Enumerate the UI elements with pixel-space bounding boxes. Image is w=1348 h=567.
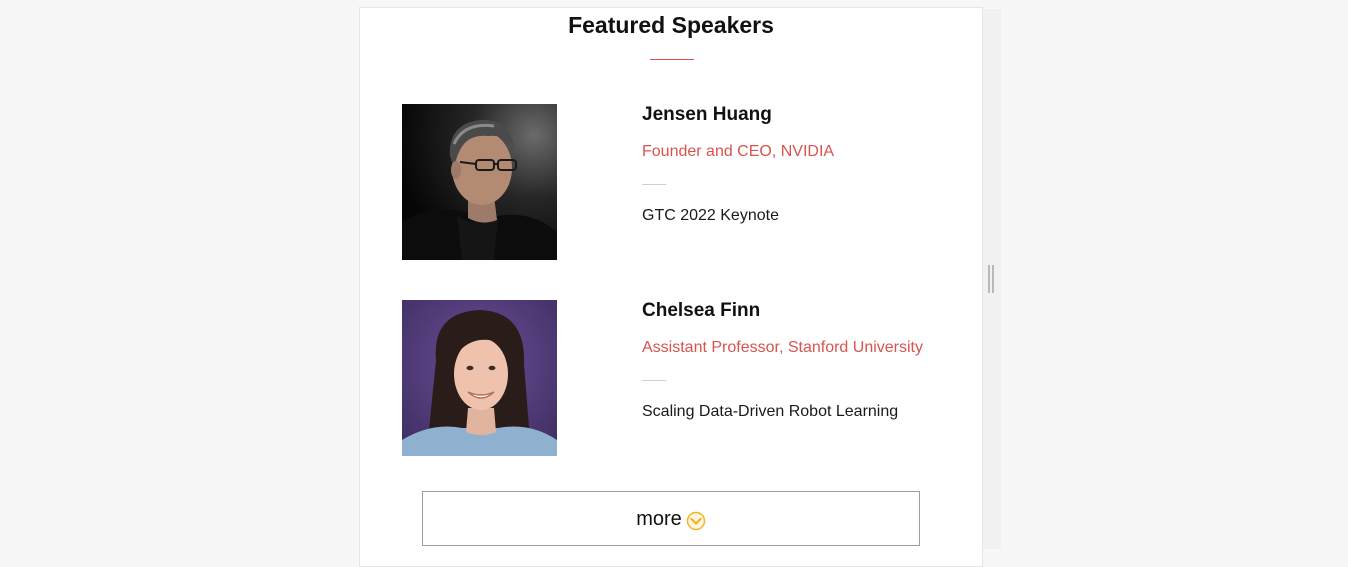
speaker-talk-title[interactable]: Scaling Data-Driven Robot Learning — [642, 402, 898, 422]
speaker-divider — [642, 184, 666, 185]
speaker-role: Founder and CEO, NVIDIA — [642, 143, 835, 160]
more-button[interactable]: more — [422, 491, 920, 546]
speaker-name[interactable]: Chelsea Finn — [642, 300, 760, 322]
chevron-down-icon — [686, 511, 706, 531]
featured-speakers-card: Featured Speakers Jensen Huang Founder a… — [359, 7, 983, 567]
speaker-divider — [642, 380, 666, 381]
speaker-card: Chelsea Finn Assistant Professor, Stanfo… — [402, 300, 962, 456]
speaker-photo[interactable] — [402, 104, 557, 260]
speaker-role: Assistant Professor, Stanford University — [642, 339, 923, 356]
section-title: Featured Speakers — [568, 12, 774, 38]
speaker-photo[interactable] — [402, 300, 557, 456]
speaker-talk-title[interactable]: GTC 2022 Keynote — [642, 206, 779, 226]
more-button-label: more — [636, 507, 682, 530]
resize-handle[interactable] — [988, 265, 996, 293]
speaker-card: Jensen Huang Founder and CEO, NVIDIA GTC… — [402, 104, 962, 260]
speaker-name[interactable]: Jensen Huang — [642, 104, 772, 126]
title-divider — [650, 59, 694, 60]
